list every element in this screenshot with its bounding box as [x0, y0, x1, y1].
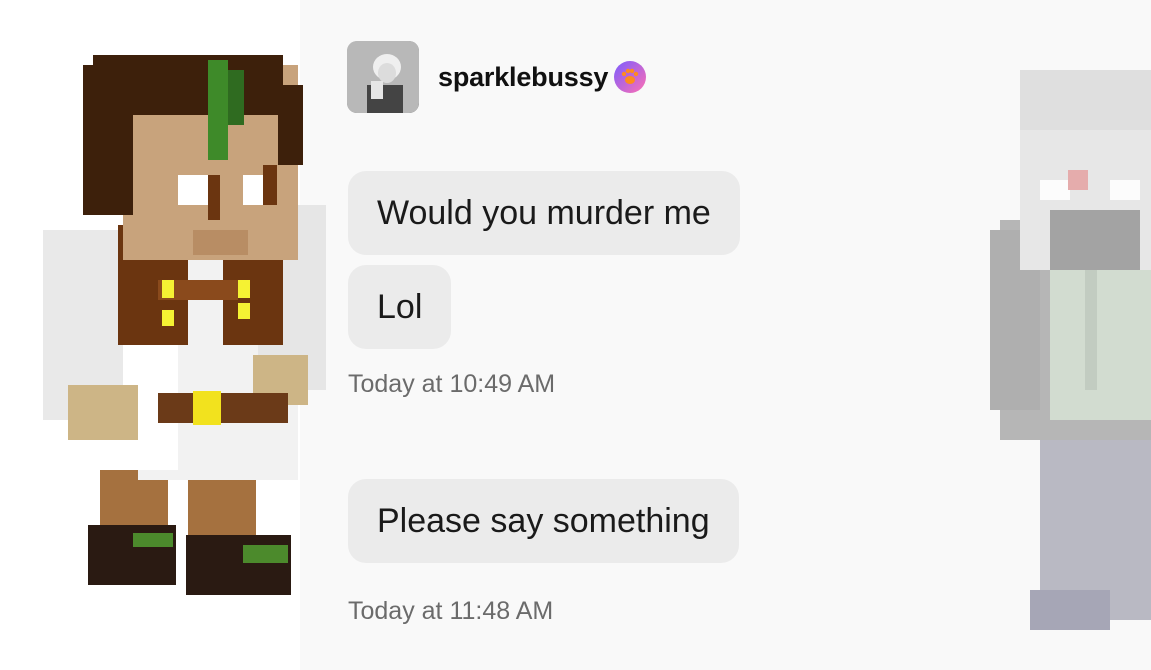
username[interactable]: sparklebussy	[438, 62, 608, 93]
message-bubble: Lol	[348, 265, 452, 349]
minecraft-character-left	[43, 55, 326, 595]
user-avatar[interactable]	[347, 41, 419, 113]
message-bubble: Please say something	[348, 479, 739, 563]
profile-photo-icon	[347, 41, 419, 113]
message-text: Lol	[377, 287, 423, 326]
message-text: Would you murder me	[377, 193, 711, 232]
message-timestamp: Today at 10:49 AM	[348, 370, 556, 398]
minecraft-character-right	[990, 70, 1151, 630]
conversation-header: sparklebussy	[347, 41, 647, 113]
paw-badge-icon	[614, 61, 647, 93]
message-timestamp: Today at 11:48 AM	[348, 597, 554, 625]
message-text: Please say something	[377, 501, 710, 540]
message-bubble: Would you murder me	[348, 171, 740, 255]
